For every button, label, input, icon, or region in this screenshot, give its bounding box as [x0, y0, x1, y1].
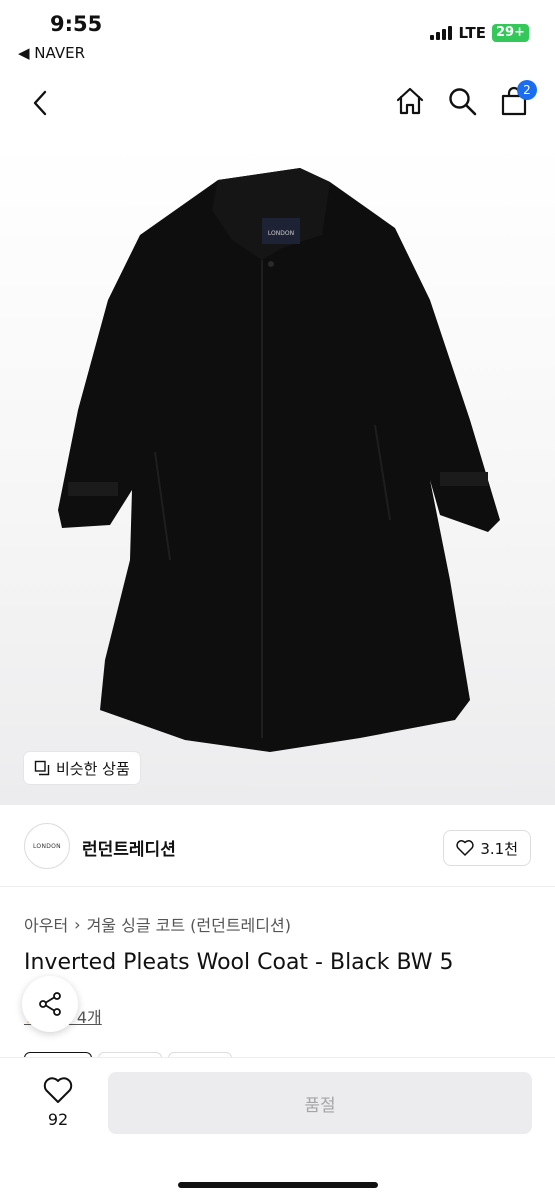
cart-button[interactable]: 2: [499, 80, 537, 116]
home-icon[interactable]: [395, 86, 425, 116]
breadcrumb-item[interactable]: 아우터: [24, 912, 68, 936]
similar-products-button[interactable]: 비슷한 상품: [24, 752, 140, 784]
status-indicators: LTE 29+: [430, 24, 529, 42]
breadcrumb-item[interactable]: 겨울 싱글 코트 (런던트레디션): [87, 912, 291, 936]
chevron-right-icon: ›: [74, 914, 81, 934]
brand-like-count: 3.1천: [480, 839, 518, 858]
share-icon: [39, 992, 61, 1016]
status-bar: 9:55 ◀ NAVER LTE 29+: [0, 0, 555, 70]
chevron-left-icon[interactable]: [26, 88, 56, 118]
product-image[interactable]: LONDON 비슷한 상품: [0, 140, 555, 805]
brand-logo[interactable]: LONDON: [24, 823, 70, 869]
heart-icon: [43, 1077, 73, 1103]
brand-name[interactable]: 런던트레디션: [82, 835, 176, 860]
share-button[interactable]: [22, 976, 78, 1032]
network-label: LTE: [458, 24, 487, 42]
bottom-action-bar: 92 품절: [0, 1058, 555, 1200]
nav-actions: 2: [395, 80, 537, 116]
top-navigation: 2: [0, 70, 555, 140]
brand-row: LONDON 런던트레디션 3.1천: [0, 805, 555, 887]
heart-icon: [456, 840, 475, 856]
status-time: 9:55: [50, 12, 103, 36]
brand-logo-text: LONDON: [33, 842, 61, 850]
product-title: Inverted Pleats Wool Coat - Black BW 5: [24, 950, 454, 975]
breadcrumb: 아우터 › 겨울 싱글 코트 (런던트레디션): [24, 912, 291, 936]
wishlist-button[interactable]: 92: [36, 1076, 80, 1129]
wishlist-count: 92: [47, 1110, 69, 1129]
cart-count-badge: 2: [517, 80, 537, 100]
similar-products-label: 비슷한 상품: [56, 759, 130, 778]
battery-icon: 29+: [492, 24, 529, 42]
copy-icon: [34, 760, 50, 776]
sold-out-button[interactable]: 품절: [108, 1072, 532, 1134]
search-icon[interactable]: [447, 86, 477, 116]
brand-like-button[interactable]: 3.1천: [443, 830, 531, 866]
coat-image: LONDON: [58, 168, 500, 752]
back-to-app-link[interactable]: ◀ NAVER: [18, 44, 85, 62]
home-indicator: [178, 1182, 378, 1188]
coat-label-text: LONDON: [268, 230, 294, 237]
signal-icon: [430, 26, 453, 40]
